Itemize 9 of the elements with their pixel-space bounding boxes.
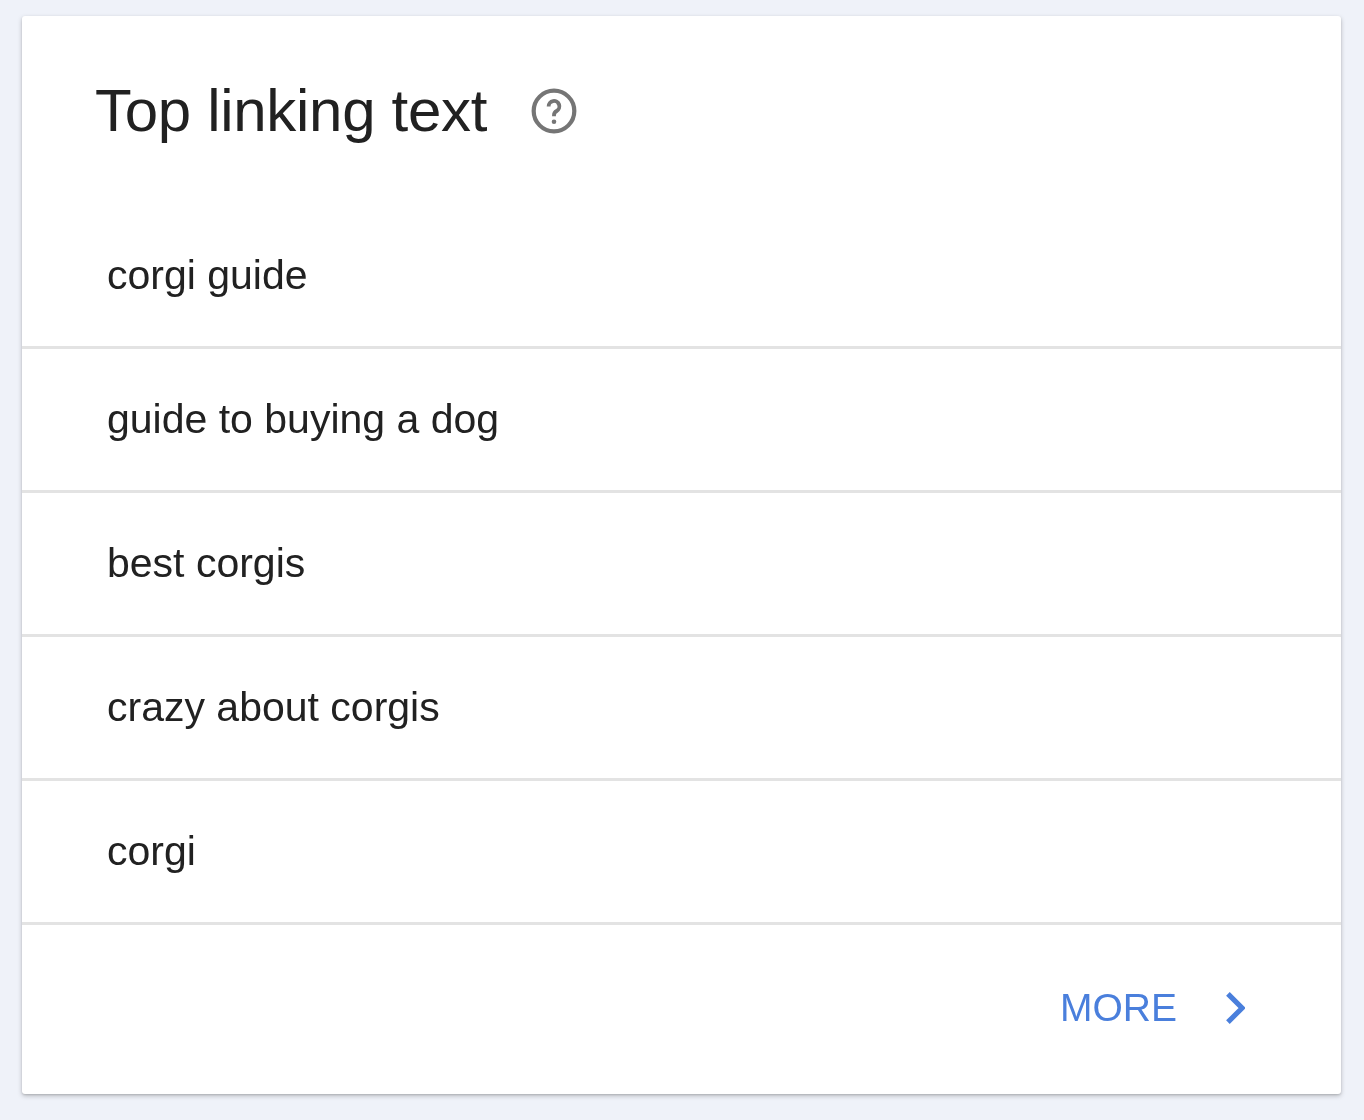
linking-text: best corgis	[107, 538, 306, 588]
linking-text: corgi guide	[107, 250, 308, 300]
linking-text: guide to buying a dog	[107, 394, 500, 444]
linking-text: corgi	[107, 826, 196, 876]
card-title: Top linking text	[95, 76, 488, 145]
help-icon[interactable]	[531, 87, 578, 134]
linking-text: crazy about corgis	[107, 682, 440, 732]
more-button[interactable]: MORE	[1060, 980, 1245, 1035]
chevron-right-icon	[1225, 990, 1245, 1025]
